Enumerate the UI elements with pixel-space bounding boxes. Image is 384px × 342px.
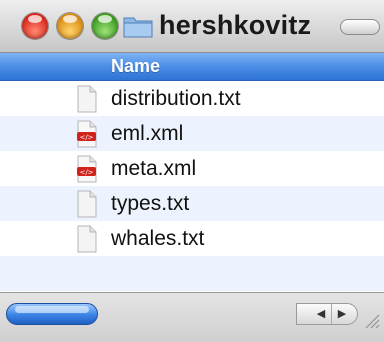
- scroll-arrow-group: ◀ ▶: [296, 303, 358, 325]
- empty-row: [0, 256, 384, 291]
- column-header-name[interactable]: Name: [0, 53, 384, 81]
- text-file-icon: [77, 85, 97, 113]
- file-list: distribution.txt </> eml.xml </> meta.xm…: [0, 81, 384, 291]
- close-window-button[interactable]: [22, 13, 48, 39]
- file-row[interactable]: whales.txt: [0, 221, 384, 256]
- text-file-icon: [77, 225, 97, 253]
- file-row[interactable]: types.txt: [0, 186, 384, 221]
- window-title: hershkovitz: [159, 10, 312, 40]
- svg-text:</>: </>: [79, 134, 93, 142]
- scrollbar-thumb[interactable]: [6, 303, 98, 325]
- file-row[interactable]: </> eml.xml: [0, 116, 384, 151]
- zoom-window-button[interactable]: [92, 13, 118, 39]
- file-name: distribution.txt: [111, 87, 241, 110]
- minimize-window-button[interactable]: [57, 13, 83, 39]
- xml-file-icon: </>: [77, 120, 97, 148]
- file-name: whales.txt: [111, 227, 205, 250]
- title-bar[interactable]: hershkovitz: [0, 0, 384, 53]
- file-row[interactable]: </> meta.xml: [0, 151, 384, 186]
- folder-icon: [123, 17, 153, 38]
- resize-grip-icon[interactable]: [362, 311, 380, 329]
- scroll-left-arrow-icon[interactable]: ◀: [311, 304, 331, 324]
- finder-window: hershkovitz Name distribution.txt </> em…: [0, 0, 384, 342]
- file-name: meta.xml: [111, 157, 197, 180]
- xml-file-icon: </>: [77, 155, 97, 183]
- scroll-right-arrow-icon[interactable]: ▶: [331, 304, 352, 324]
- horizontal-scrollbar[interactable]: ◀ ▶: [0, 292, 384, 342]
- file-name: types.txt: [111, 192, 190, 215]
- svg-text:</>: </>: [79, 169, 93, 177]
- file-name: eml.xml: [111, 122, 184, 145]
- file-row[interactable]: distribution.txt: [0, 81, 384, 116]
- text-file-icon: [77, 190, 97, 218]
- column-header-label: Name: [111, 56, 161, 76]
- toolbar-toggle-button[interactable]: [340, 19, 380, 35]
